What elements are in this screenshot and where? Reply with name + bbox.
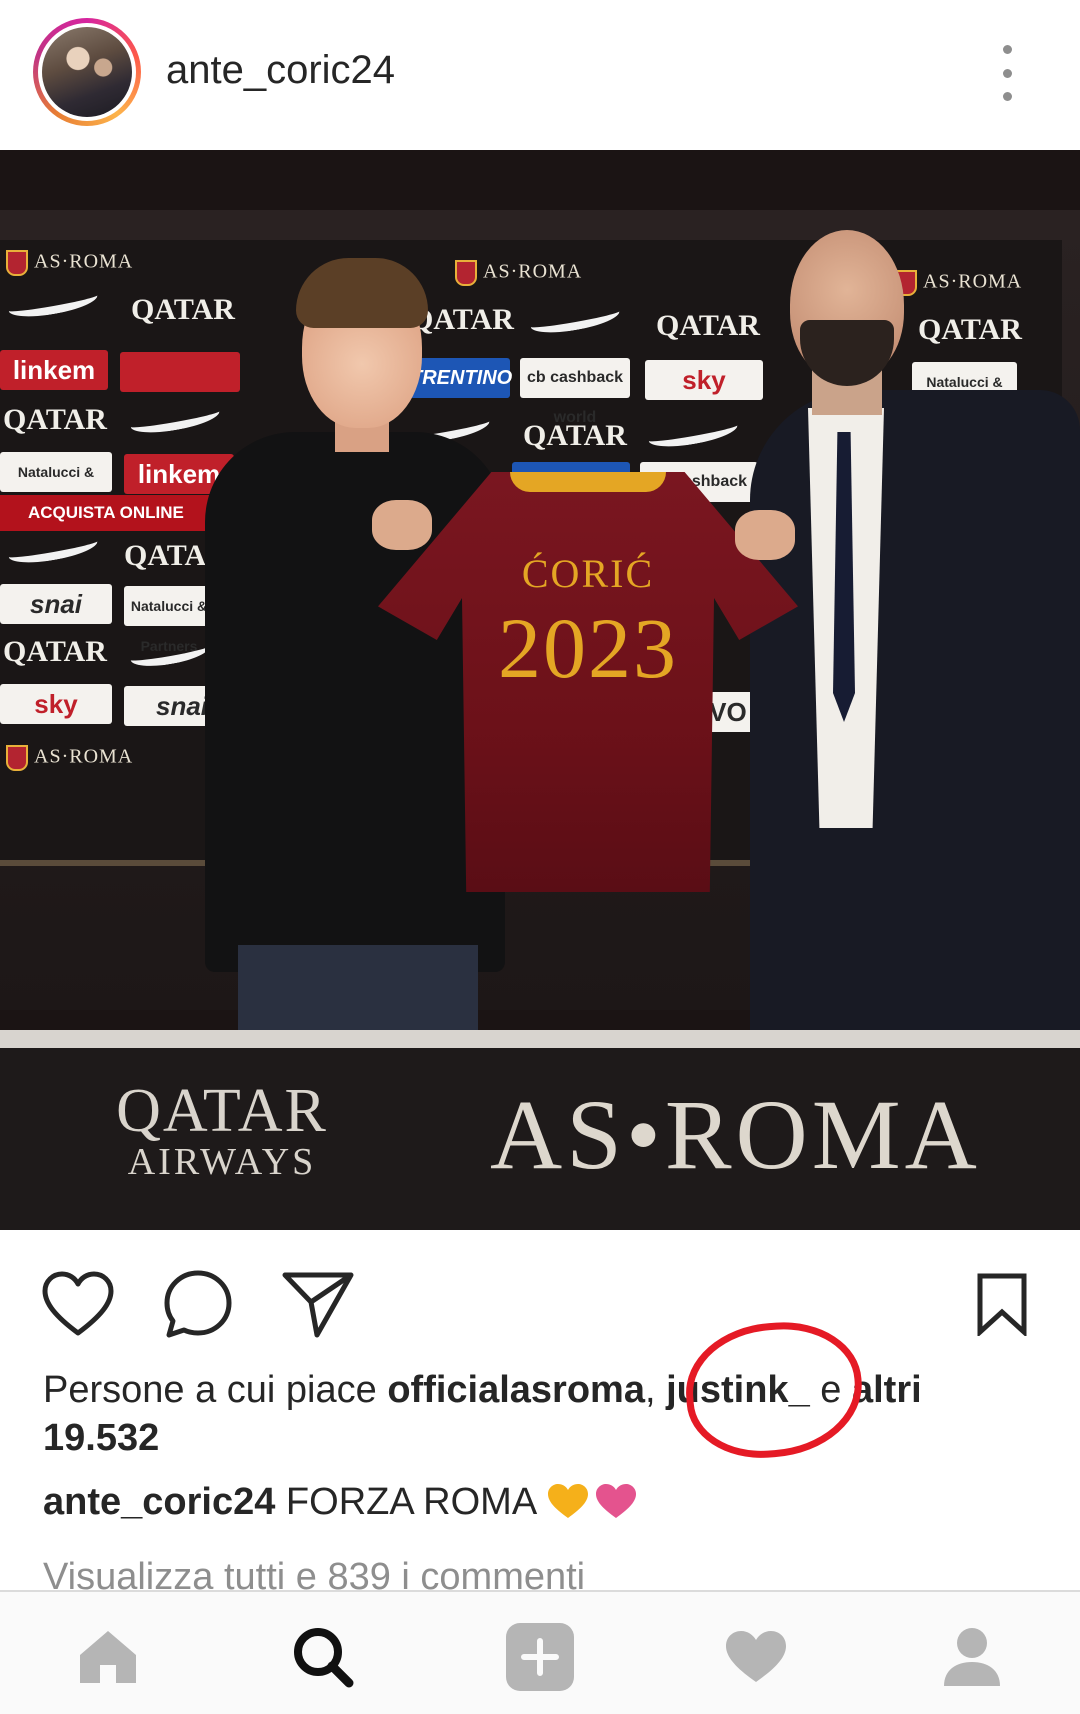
search-icon xyxy=(294,1628,354,1688)
wall-sky-logo: sky xyxy=(645,360,763,400)
avatar-story-ring[interactable] xyxy=(33,18,141,126)
nike-swoosh-icon xyxy=(128,400,222,438)
jersey-name: ĆORIĆ xyxy=(521,551,655,596)
caption-username[interactable]: ante_coric24 xyxy=(43,1481,275,1523)
caption-text: FORZA ROMA xyxy=(275,1481,546,1523)
wall-qatar-logo: QATAR xyxy=(656,309,760,342)
post-action-bar xyxy=(0,1230,1080,1350)
wall-sponsor-red xyxy=(120,352,240,392)
jersey-collar xyxy=(510,472,666,492)
save-button[interactable] xyxy=(962,1264,1042,1344)
hand-left xyxy=(372,500,432,550)
wall-linkem-logo: linkem xyxy=(0,350,108,390)
nav-activity-button[interactable] xyxy=(716,1622,796,1692)
banner-qatar-line1: QATAR xyxy=(116,1077,328,1145)
jersey-number: 2023 xyxy=(498,600,678,696)
avatar[interactable] xyxy=(42,27,132,117)
more-options-button[interactable] xyxy=(990,45,1024,101)
person-right xyxy=(750,390,1080,1090)
wall-club-tag: AS·ROMA xyxy=(455,260,582,286)
post-photo[interactable]: AS·ROMA AS·ROMA AS·ROMA AS·ROMA QATAR QA… xyxy=(0,150,1080,1230)
more-dot-icon xyxy=(1002,92,1012,101)
bookmark-icon xyxy=(977,1273,1027,1336)
liker-officialasroma[interactable]: officialasroma xyxy=(387,1369,645,1411)
wall-natalucci-logo: Natalucci & Partners xyxy=(0,452,112,520)
wall-qatar-logo: QATAR xyxy=(131,293,235,326)
wall-acquista-banner: ACQUISTA ONLINE xyxy=(0,495,210,531)
nav-profile-button[interactable] xyxy=(932,1622,1012,1692)
wall-qatar-logo: QATAR xyxy=(3,635,107,668)
wall-natalucci-logo: Natalucci & Partners xyxy=(124,586,214,654)
avatar-frame xyxy=(38,23,136,121)
post-username[interactable]: ante_coric24 xyxy=(166,44,395,96)
likes-separator: , xyxy=(644,1369,667,1411)
more-dot-icon xyxy=(1002,45,1012,54)
hand-right xyxy=(735,510,795,560)
wall-cb-logo: cb cashback world xyxy=(520,358,630,426)
banner-asroma-logo: AS•ROMA xyxy=(490,1079,981,1190)
nike-swoosh-icon xyxy=(6,530,100,568)
likes-summary[interactable]: Persone a cui piace officialasroma, just… xyxy=(43,1366,1053,1462)
yellow-heart-icon xyxy=(547,1484,636,1518)
wall-snai-logo: snai xyxy=(0,584,112,624)
comment-button[interactable] xyxy=(158,1264,238,1344)
wall-trentino-logo: TRENTINO xyxy=(410,358,512,398)
likes-prefix: Persone a cui piace xyxy=(43,1369,388,1411)
press-banner: QATAR AIRWAYS AS•ROMA xyxy=(0,1030,1080,1230)
banner-qatar-line2: AIRWAYS xyxy=(127,1141,317,1183)
likes-others-label[interactable]: altri xyxy=(852,1369,922,1411)
nike-swoosh-icon xyxy=(646,414,740,452)
banner-divider xyxy=(0,1030,1080,1048)
activity-icon xyxy=(726,1631,786,1682)
person-left-hair xyxy=(296,258,428,328)
post-caption: ante_coric24 FORZA ROMA xyxy=(43,1478,1053,1526)
nike-swoosh-icon xyxy=(528,300,622,338)
nike-swoosh-icon xyxy=(6,284,100,322)
wall-qatar-logo: QATAR xyxy=(523,419,627,452)
bottom-navigation xyxy=(0,1590,1080,1714)
wall-qatar-logo: QATAR xyxy=(918,313,1022,346)
wall-qatar-logo: QATAR xyxy=(3,403,107,436)
home-icon xyxy=(80,1631,136,1683)
wall-sky-logo: sky xyxy=(0,684,112,724)
caption-emoji xyxy=(546,1481,642,1523)
wall-club-tag: AS·ROMA xyxy=(6,745,133,771)
likes-count[interactable]: 19.532 xyxy=(43,1417,159,1459)
banner-qatar-logo: QATAR AIRWAYS xyxy=(92,1080,352,1182)
nav-new-post-button[interactable] xyxy=(500,1622,580,1692)
speech-bubble-icon xyxy=(164,1270,232,1338)
post-header: ante_coric24 xyxy=(0,0,1080,150)
nav-search-button[interactable] xyxy=(283,1622,363,1692)
like-button[interactable] xyxy=(38,1264,118,1344)
wall-qatar-logo: QATAR xyxy=(124,539,228,572)
share-button[interactable] xyxy=(278,1264,358,1344)
heart-icon xyxy=(42,1271,114,1336)
paper-plane-icon xyxy=(282,1272,354,1338)
nav-home-button[interactable] xyxy=(68,1622,148,1692)
wall-club-tag: AS·ROMA xyxy=(895,270,1022,296)
more-dot-icon xyxy=(1002,68,1012,78)
new-post-icon xyxy=(506,1623,574,1691)
profile-icon xyxy=(944,1628,1000,1686)
wall-club-tag: AS·ROMA xyxy=(6,250,133,276)
